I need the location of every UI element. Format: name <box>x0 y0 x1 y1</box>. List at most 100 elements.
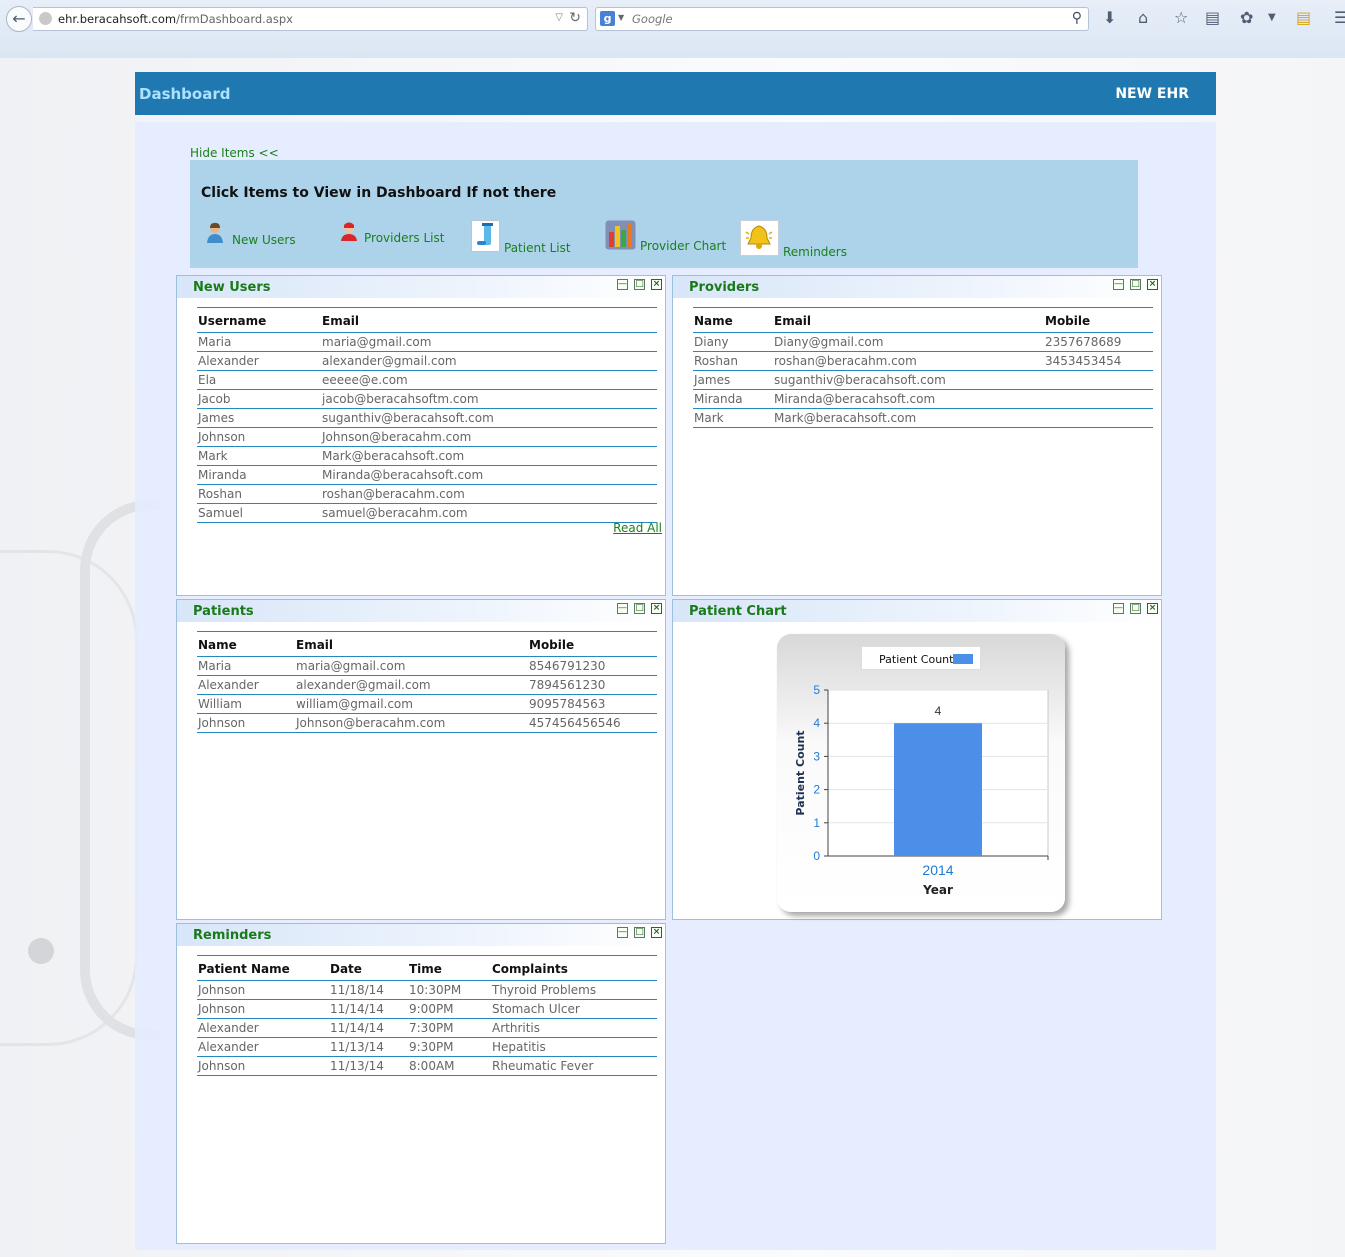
name-cell: James <box>693 370 773 390</box>
item-new-users[interactable]: New Users <box>206 222 296 247</box>
back-arrow-icon[interactable]: ← <box>6 6 32 32</box>
column-header: Email <box>295 631 528 657</box>
widget-header[interactable]: Providers — □ × <box>673 276 1161 298</box>
address-bar[interactable]: ehr.beracahsoft.com/frmDashboard.aspx ▽ … <box>33 7 588 31</box>
x-axis-title: Year <box>922 883 953 897</box>
menu-dropdown-icon[interactable]: ▼ <box>1268 9 1276 27</box>
column-header: Date <box>329 955 408 981</box>
username-cell: Roshan <box>197 484 321 504</box>
maximize-icon[interactable]: □ <box>1130 603 1141 614</box>
history-dropdown-icon[interactable]: ▽ <box>555 12 563 23</box>
engine-dropdown-icon[interactable]: ▼ <box>618 13 624 22</box>
item-patient-list[interactable]: Patient List <box>471 220 571 255</box>
item-reminders[interactable]: Reminders <box>740 220 847 259</box>
minimize-icon[interactable]: — <box>617 603 628 614</box>
table-row: William william@gmail.com 9095784563 <box>197 694 657 714</box>
maximize-icon[interactable]: □ <box>634 603 645 614</box>
close-icon[interactable]: × <box>651 279 662 290</box>
rss-icon[interactable]: ▤ <box>1296 9 1311 27</box>
widget-title: Patient Chart <box>689 604 787 619</box>
email-cell: Johnson@beracahm.com <box>321 427 657 447</box>
name-cell: Miranda <box>693 389 773 409</box>
reminders-table: Patient Name Date Time Complaints Johnso… <box>197 955 657 1076</box>
email-cell: jacob@beracahsoftm.com <box>321 389 657 409</box>
table-row: Alexander 11/14/14 7:30PM Arthritis <box>197 1018 657 1038</box>
time-cell: 9:30PM <box>408 1037 491 1057</box>
hamburger-menu-icon[interactable]: ☰ <box>1334 9 1345 27</box>
x-tick-label: 2014 <box>922 862 953 878</box>
google-icon[interactable]: g <box>600 11 615 26</box>
email-cell: roshan@beracahm.com <box>321 484 657 504</box>
column-header: Username <box>197 307 321 333</box>
column-header: Complaints <box>491 955 657 981</box>
column-header: Time <box>408 955 491 981</box>
read-all-link[interactable]: Read All <box>613 521 662 535</box>
globe-icon <box>39 12 52 25</box>
email-cell: maria@gmail.com <box>321 332 657 352</box>
user-icon <box>206 222 226 247</box>
reading-list-icon[interactable]: ▤ <box>1205 9 1220 27</box>
widget-header[interactable]: Reminders — □ × <box>177 924 665 946</box>
search-input[interactable]: Google <box>632 12 673 26</box>
column-header: Patient Name <box>197 955 329 981</box>
date-cell: 11/14/14 <box>329 1018 408 1038</box>
table-row: Johnson Johnson@beracahm.com <box>197 427 657 447</box>
name-cell: Maria <box>197 656 295 676</box>
table-row: Maria maria@gmail.com 8546791230 <box>197 656 657 676</box>
home-icon[interactable]: ⌂ <box>1138 9 1148 27</box>
email-cell: Mark@beracahsoft.com <box>773 408 1044 428</box>
magnifier-icon[interactable]: ⚲ <box>1072 10 1082 26</box>
date-cell: 11/18/14 <box>329 980 408 1000</box>
y-tick-label: 3 <box>813 749 820 763</box>
email-cell: eeeee@e.com <box>321 370 657 390</box>
close-icon[interactable]: × <box>1147 279 1158 290</box>
minimize-icon[interactable]: — <box>1113 603 1124 614</box>
stethoscope-decor <box>28 938 54 964</box>
reload-icon[interactable]: ↻ <box>569 10 581 26</box>
username-cell: Samuel <box>197 503 321 523</box>
data-label: 4 <box>935 704 942 718</box>
hide-items-link[interactable]: Hide Items << <box>190 146 279 160</box>
table-row: Roshan roshan@beracahm.com 3453453454 <box>693 351 1153 371</box>
bookmark-star-icon[interactable]: ☆ <box>1174 9 1188 27</box>
widget-header[interactable]: New Users — □ × <box>177 276 665 298</box>
maximize-icon[interactable]: □ <box>634 927 645 938</box>
maximize-icon[interactable]: □ <box>1130 279 1141 290</box>
table-row: James suganthiv@beracahsoft.com <box>197 408 657 428</box>
email-cell: Mark@beracahsoft.com <box>321 446 657 466</box>
widget-title: Providers <box>689 280 760 295</box>
widget-title: Reminders <box>193 928 272 943</box>
widget-header[interactable]: Patient Chart — □ × <box>673 600 1161 622</box>
close-icon[interactable]: × <box>1147 603 1158 614</box>
bell-icon <box>740 220 779 259</box>
minimize-icon[interactable]: — <box>1113 279 1124 290</box>
widget-header[interactable]: Patients — □ × <box>177 600 665 622</box>
minimize-icon[interactable]: — <box>617 279 628 290</box>
item-label: Providers List <box>364 231 445 245</box>
y-tick-label: 1 <box>813 816 820 830</box>
maximize-icon[interactable]: □ <box>634 279 645 290</box>
username-cell: Ela <box>197 370 321 390</box>
bar-chart-icon <box>605 220 636 253</box>
close-icon[interactable]: × <box>651 927 662 938</box>
extension-icon[interactable]: ✿ <box>1240 9 1253 27</box>
name-cell: Mark <box>693 408 773 428</box>
close-icon[interactable]: × <box>651 603 662 614</box>
item-providers-list[interactable]: Providers List <box>340 222 444 245</box>
download-icon[interactable]: ⬇ <box>1103 9 1116 27</box>
table-row: Alexander alexander@gmail.com 7894561230 <box>197 675 657 695</box>
minimize-icon[interactable]: — <box>617 927 628 938</box>
search-bar[interactable]: g ▼ Google ⚲ <box>595 7 1089 31</box>
table-row: Johnson Johnson@beracahm.com 457456456546 <box>197 713 657 733</box>
item-provider-chart[interactable]: Provider Chart <box>605 220 726 253</box>
table-row: Johnson 11/18/14 10:30PM Thyroid Problems <box>197 980 657 1000</box>
complaint-cell: Arthritis <box>491 1018 657 1038</box>
table-row: Alexander alexander@gmail.com <box>197 351 657 371</box>
mobile-cell <box>1044 389 1153 409</box>
item-label: Reminders <box>783 245 847 259</box>
mobile-cell: 8546791230 <box>528 656 657 676</box>
browser-toolbar: ← ehr.beracahsoft.com/frmDashboard.aspx … <box>0 0 1345 59</box>
column-header: Mobile <box>528 631 657 657</box>
table-row: Diany Diany@gmail.com 2357678689 <box>693 332 1153 352</box>
y-tick-label: 0 <box>813 849 820 863</box>
